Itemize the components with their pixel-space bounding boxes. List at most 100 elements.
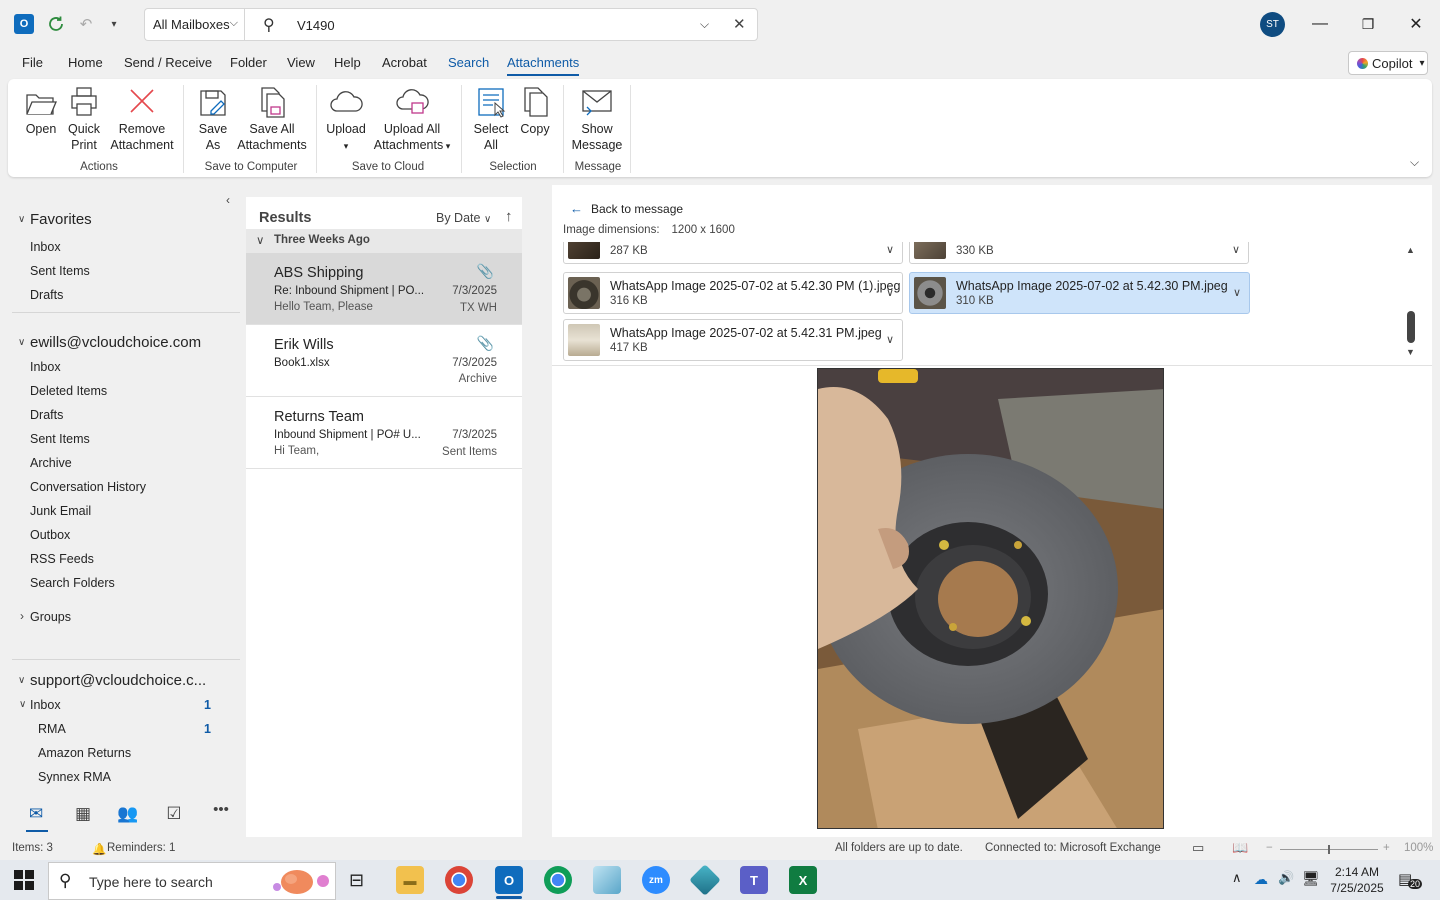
- group-header[interactable]: ∨ Three Weeks Ago: [246, 229, 522, 253]
- copy-button[interactable]: Copy: [516, 85, 554, 137]
- normal-view-icon[interactable]: ▭: [1192, 840, 1204, 856]
- attachment-item[interactable]: WhatsApp Image 2025-07-02 at 5.42.31 PM.…: [563, 319, 903, 361]
- excel-icon[interactable]: X: [789, 866, 817, 894]
- tab-send-receive[interactable]: Send / Receive: [124, 55, 212, 70]
- teams-icon[interactable]: T: [740, 866, 768, 894]
- avatar[interactable]: ST: [1260, 12, 1285, 37]
- zoom-out-icon[interactable]: −: [1266, 842, 1273, 854]
- tab-attachments[interactable]: Attachments: [507, 55, 580, 76]
- favorites-header[interactable]: Favorites: [30, 211, 92, 228]
- windows-start-icon[interactable]: [14, 870, 34, 893]
- folder-support-inbox[interactable]: Inbox: [30, 698, 61, 712]
- account-header-support[interactable]: support@vcloudchoice.c...: [30, 672, 206, 689]
- tasks-icon[interactable]: ☑: [162, 804, 186, 826]
- message-item[interactable]: Erik Wills 📎 Book1.xlsx 7/3/2025 Archive: [246, 325, 522, 397]
- folder-rma[interactable]: RMA: [38, 722, 66, 736]
- people-icon[interactable]: 👥: [116, 804, 140, 826]
- show-message-button[interactable]: Show Message: [570, 85, 624, 153]
- tab-file[interactable]: File: [22, 55, 43, 70]
- mail-icon[interactable]: ✉: [24, 804, 48, 826]
- select-all-button[interactable]: Select All: [472, 85, 510, 153]
- customize-toolbar-icon[interactable]: ▾: [103, 13, 125, 35]
- chrome-profile-icon[interactable]: [544, 866, 572, 894]
- task-view-icon[interactable]: ⊟: [349, 870, 364, 891]
- show-hidden-icons-icon[interactable]: ∧: [1232, 870, 1242, 886]
- file-explorer-icon[interactable]: ▬: [396, 866, 424, 894]
- tab-view[interactable]: View: [287, 55, 315, 70]
- zoom-app-icon[interactable]: zm: [642, 866, 670, 894]
- reminders-count[interactable]: Reminders: 1: [107, 842, 175, 854]
- folder-junk-email[interactable]: Junk Email: [30, 504, 91, 518]
- tab-help[interactable]: Help: [334, 55, 361, 70]
- attachment-item[interactable]: WhatsApp Image 2025-07-02 at 5.42.30 PM …: [563, 272, 903, 314]
- zoom-slider-thumb[interactable]: [1328, 845, 1330, 854]
- copilot-button[interactable]: Copilot ▾: [1348, 51, 1428, 75]
- sort-by-dropdown[interactable]: By Date ∨: [436, 211, 491, 225]
- chevron-down-icon[interactable]: ∨: [18, 675, 25, 686]
- chevron-down-icon[interactable]: ∨: [886, 243, 894, 256]
- favorites-sent-items[interactable]: Sent Items: [30, 264, 90, 278]
- chrome-icon[interactable]: [445, 866, 473, 894]
- scroll-up-icon[interactable]: ▲: [1406, 245, 1415, 255]
- search-options-chevron-icon[interactable]: ⌵: [700, 17, 709, 32]
- collapse-ribbon-icon[interactable]: ⌵: [1410, 155, 1419, 170]
- favorites-drafts[interactable]: Drafts: [30, 288, 63, 302]
- app-icon[interactable]: [593, 866, 621, 894]
- upload-all-attachments-button[interactable]: Upload All Attachments ▾: [370, 85, 454, 154]
- chevron-down-icon[interactable]: ∨: [18, 214, 25, 225]
- folder-archive[interactable]: Archive: [30, 456, 72, 470]
- tab-home[interactable]: Home: [68, 55, 103, 70]
- more-apps-icon[interactable]: •••: [209, 801, 233, 823]
- save-all-attachments-button[interactable]: Save All Attachments: [236, 85, 308, 153]
- groups-header[interactable]: Groups: [30, 610, 71, 624]
- folder-drafts[interactable]: Drafts: [30, 408, 63, 422]
- volume-icon[interactable]: 🔊: [1278, 870, 1294, 886]
- folder-search-folders[interactable]: Search Folders: [30, 576, 115, 590]
- save-as-button[interactable]: Save As: [194, 85, 232, 153]
- chevron-down-icon[interactable]: ∨: [18, 337, 25, 348]
- chevron-down-icon[interactable]: ∨: [1232, 243, 1240, 256]
- search-input[interactable]: ⚲ V1490 ⌵ ✕: [244, 8, 758, 41]
- system-clock[interactable]: 2:14 AM 7/25/2025: [1330, 864, 1384, 896]
- undo-icon[interactable]: ↶: [75, 13, 97, 35]
- mailbox-scope-dropdown[interactable]: All Mailboxes ⌵: [144, 8, 244, 41]
- folder-sent-items[interactable]: Sent Items: [30, 432, 90, 446]
- attachment-item[interactable]: 330 KB ∨: [909, 242, 1249, 264]
- sync-icon[interactable]: [45, 13, 67, 35]
- tab-folder[interactable]: Folder: [230, 55, 267, 70]
- message-item[interactable]: ABS Shipping 📎 Re: Inbound Shipment | PO…: [246, 253, 522, 325]
- open-button[interactable]: Open: [24, 85, 58, 137]
- chevron-down-icon[interactable]: ∨: [1233, 286, 1241, 299]
- remove-attachment-button[interactable]: Remove Attachment: [108, 85, 176, 153]
- scrollbar-thumb[interactable]: [1407, 311, 1415, 343]
- attachment-scrollbar[interactable]: ▲ ▼: [1404, 245, 1418, 361]
- chevron-down-icon[interactable]: ∨: [886, 286, 894, 299]
- folder-synnex-rma[interactable]: Synnex RMA: [38, 770, 111, 784]
- folder-amazon-returns[interactable]: Amazon Returns: [38, 746, 131, 760]
- chevron-right-icon[interactable]: ›: [20, 609, 24, 623]
- calendar-icon[interactable]: ▦: [71, 804, 95, 826]
- message-item[interactable]: Returns Team Inbound Shipment | PO# U...…: [246, 397, 522, 469]
- clear-search-icon[interactable]: ✕: [733, 15, 746, 33]
- reading-view-icon[interactable]: 📖: [1232, 840, 1248, 856]
- quick-print-button[interactable]: Quick Print: [66, 85, 102, 153]
- folder-outbox[interactable]: Outbox: [30, 528, 70, 542]
- collapse-folder-pane-icon[interactable]: ‹: [226, 193, 230, 207]
- favorites-inbox[interactable]: Inbox: [30, 240, 61, 254]
- tab-acrobat[interactable]: Acrobat: [382, 55, 427, 70]
- folder-inbox[interactable]: Inbox: [30, 360, 61, 374]
- taskbar-search-input[interactable]: ⚲ Type here to search: [48, 862, 336, 900]
- attachment-item-selected[interactable]: WhatsApp Image 2025-07-02 at 5.42.30 PM.…: [909, 272, 1250, 314]
- network-icon[interactable]: 🖥: [1302, 870, 1320, 887]
- zoom-in-icon[interactable]: +: [1383, 842, 1390, 854]
- tab-search[interactable]: Search: [448, 55, 489, 70]
- folder-deleted-items[interactable]: Deleted Items: [30, 384, 107, 398]
- upload-button[interactable]: Upload ▾: [324, 85, 368, 154]
- chevron-down-icon[interactable]: ∨: [886, 333, 894, 346]
- sort-direction-icon[interactable]: ↑: [505, 208, 513, 225]
- notifications-icon[interactable]: ▤ 20: [1398, 870, 1423, 890]
- close-window-icon[interactable]: ✕: [1405, 13, 1427, 35]
- onedrive-icon[interactable]: ☁: [1254, 871, 1268, 888]
- restore-icon[interactable]: ❐: [1357, 13, 1379, 35]
- folder-rss-feeds[interactable]: RSS Feeds: [30, 552, 94, 566]
